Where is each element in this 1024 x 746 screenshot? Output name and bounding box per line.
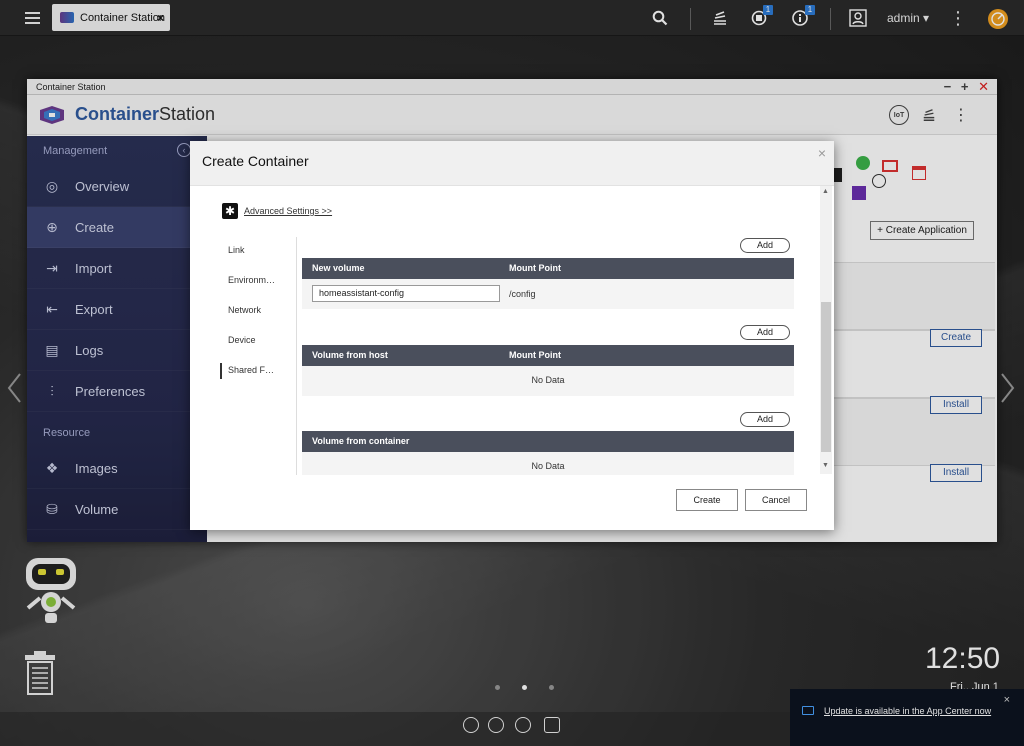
- advanced-settings-link[interactable]: Advanced Settings >>: [244, 206, 332, 216]
- scroll-down-icon[interactable]: ▼: [822, 462, 829, 469]
- nav-device[interactable]: Device: [220, 327, 292, 357]
- mount-point-value: /config: [509, 289, 536, 299]
- add-new-volume-button[interactable]: Add: [740, 238, 790, 253]
- dialog-header: Create Container ×: [190, 141, 834, 186]
- dialog-scrollbar[interactable]: ▲ ▼: [820, 186, 832, 474]
- scrollbar-thumb[interactable]: [821, 302, 831, 452]
- host-volume-table-header: Volume from host Mount Point: [302, 345, 794, 366]
- column-header: Mount Point: [509, 350, 561, 360]
- content-divider: [296, 237, 297, 475]
- scroll-up-icon[interactable]: ▲: [822, 188, 829, 195]
- cancel-button[interactable]: Cancel: [745, 489, 807, 511]
- empty-table-row: No Data: [302, 366, 794, 396]
- column-header: New volume: [312, 263, 365, 273]
- create-container-dialog: Create Container × ✱ Advanced Settings >…: [190, 141, 834, 530]
- add-host-volume-button[interactable]: Add: [740, 325, 790, 340]
- create-button[interactable]: Create: [676, 489, 738, 511]
- no-data-text: No Data: [531, 375, 565, 385]
- advanced-settings-toggle[interactable]: ✱ Advanced Settings >>: [222, 203, 332, 219]
- dialog-close-icon[interactable]: ×: [818, 145, 826, 161]
- empty-table-row: No Data: [302, 452, 794, 475]
- settings-nav: Link Environm… Network Device Shared F…: [220, 237, 292, 387]
- column-header: Mount Point: [509, 263, 561, 273]
- table-row: homeassistant-config /config: [302, 279, 794, 309]
- add-container-volume-button[interactable]: Add: [740, 412, 790, 427]
- column-header: Volume from container: [312, 436, 410, 446]
- container-volume-table-header: Volume from container: [302, 431, 794, 452]
- new-volume-table-header: New volume Mount Point: [302, 258, 794, 279]
- volume-name-input[interactable]: homeassistant-config: [312, 285, 500, 302]
- column-header: Volume from host: [312, 350, 388, 360]
- nav-environment[interactable]: Environm…: [220, 267, 292, 297]
- no-data-text: No Data: [531, 461, 565, 471]
- nav-link[interactable]: Link: [220, 237, 292, 267]
- shared-folders-panel: Add New volume Mount Point homeassistant…: [302, 237, 796, 475]
- nav-shared-folders[interactable]: Shared F…: [220, 357, 292, 387]
- gear-icon: ✱: [222, 203, 238, 219]
- nav-network[interactable]: Network: [220, 297, 292, 327]
- dialog-title: Create Container: [202, 153, 309, 169]
